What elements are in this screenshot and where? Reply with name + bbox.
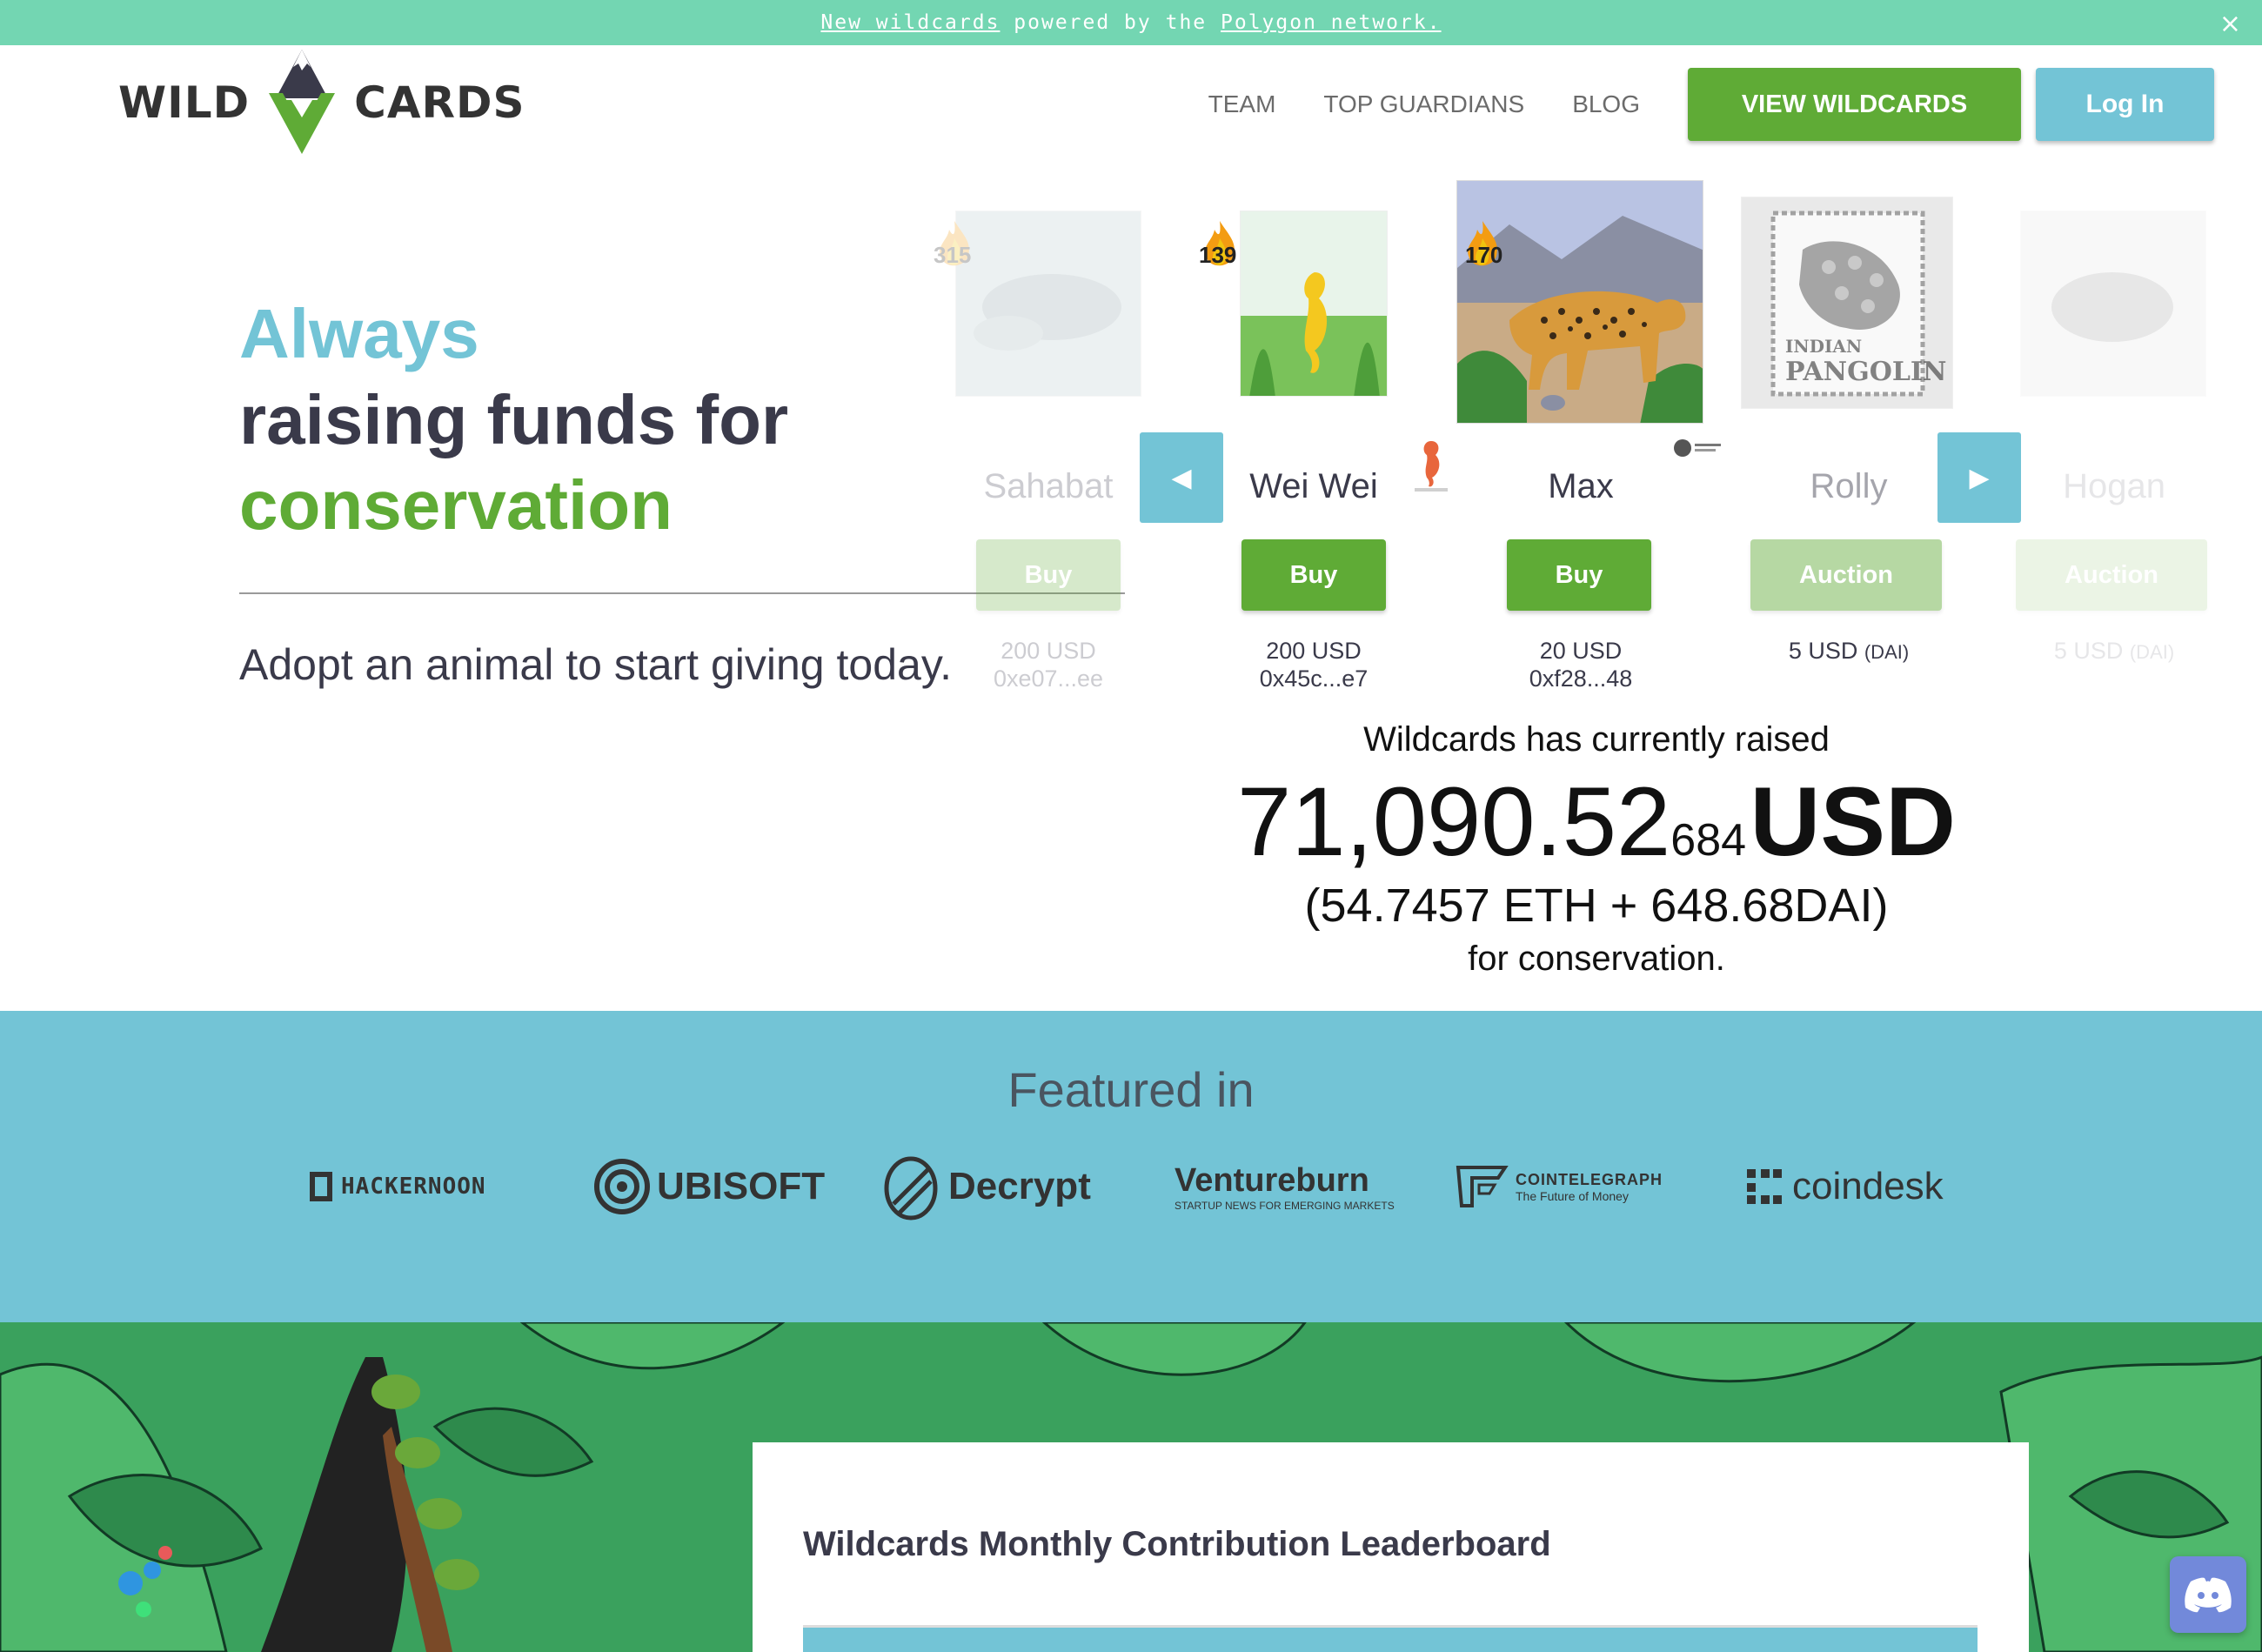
- rolly-stamp-text-2: PANGOLIN: [1785, 357, 1947, 387]
- sahabat-count: 315: [934, 242, 972, 268]
- animal-card-rolly[interactable]: INDIAN PANGOLIN Rolly Auction 5 USD (DAI…: [1731, 197, 1958, 705]
- hero-heading-conservation: conservation: [239, 466, 673, 544]
- wei-wei-artwork[interactable]: [1240, 211, 1388, 397]
- rolly-price: 5 USD (DAI): [1736, 638, 1962, 665]
- nav-top-guardians[interactable]: TOP GUARDIANS: [1323, 90, 1524, 118]
- announcement-text: powered by the: [1000, 11, 1221, 34]
- hogan-auction-button[interactable]: Auction: [2016, 539, 2207, 611]
- decrypt-name: Decrypt: [948, 1165, 1091, 1207]
- login-button[interactable]: Log In: [2036, 68, 2214, 141]
- nav-team[interactable]: TEAM: [1208, 90, 1276, 118]
- raised-amount: 71,090.52684 USD: [1218, 766, 1975, 878]
- hero-heading-raising: raising funds for: [239, 381, 789, 458]
- rolly-price-amount: 5 USD: [1788, 638, 1858, 664]
- sahabat-artwork[interactable]: [955, 211, 1141, 397]
- decrypt-logo[interactable]: Decrypt: [880, 1152, 1091, 1221]
- max-count: 170: [1465, 242, 1503, 268]
- ubisoft-icon: [594, 1159, 650, 1214]
- wei-wei-buy-button[interactable]: Buy: [1241, 539, 1386, 611]
- sahabat-price: 200 USD: [1000, 638, 1096, 664]
- carousel-prev-button[interactable]: ◀: [1140, 432, 1223, 523]
- hero-subtitle: Adopt an animal to start giving today.: [239, 640, 952, 689]
- announcement-bar: New wildcards powered by the Polygon net…: [0, 0, 2262, 45]
- max-address[interactable]: 0xf28...48: [1455, 665, 1707, 692]
- leaderboard-title: Wildcards Monthly Contribution Leaderboa…: [803, 1525, 1551, 1563]
- cointelegraph-logo[interactable]: COINTELEGRAPH The Future of Money: [1455, 1152, 1663, 1221]
- wildcards-logo[interactable]: WILD CARDS: [118, 48, 525, 157]
- raised-label: Wildcards has currently raised: [1363, 720, 1830, 759]
- hogan-artwork[interactable]: [2020, 211, 2206, 397]
- discord-icon: [2185, 1577, 2232, 1613]
- raised-amount-decimals: 684: [1670, 815, 1747, 866]
- hero-heading-always: Always: [239, 295, 479, 372]
- wei-wei-price: 200 USD: [1266, 638, 1362, 664]
- max-artwork[interactable]: [1456, 180, 1703, 424]
- main-nav: TEAM TOP GUARDIANS BLOG VIEW WILDCARDS L…: [1208, 68, 2214, 141]
- rolly-auction-button[interactable]: Auction: [1750, 539, 1942, 611]
- rolly-price-currency: (DAI): [1864, 641, 1910, 663]
- animal-card-sahabat[interactable]: 315 Sahabat Buy 200 USD 0xe07...ee: [934, 200, 1153, 705]
- raised-for-text: for conservation.: [1468, 940, 1725, 978]
- wei-wei-name: Wei Wei: [1249, 467, 1378, 505]
- hogan-price: 5 USD (DAI): [2010, 638, 2218, 665]
- close-icon[interactable]: ×: [2219, 9, 2243, 39]
- ventureburn-tagline: STARTUP NEWS FOR EMERGING MARKETS: [1174, 1199, 1395, 1212]
- logo-emblem-icon: [269, 50, 336, 154]
- decrypt-icon: [884, 1156, 938, 1221]
- cointelegraph-tagline: The Future of Money: [1516, 1188, 1629, 1203]
- rolly-name: Rolly: [1810, 467, 1888, 505]
- animal-card-hogan[interactable]: Hogan Auction 5 USD (DAI): [2010, 200, 2218, 705]
- new-wildcards-link[interactable]: New wildcards: [820, 11, 1000, 34]
- nav-blog[interactable]: BLOG: [1572, 90, 1640, 118]
- animal-card-max[interactable]: 170 Max Buy 20 USD 0xf28...48: [1455, 178, 1707, 705]
- view-wildcards-button[interactable]: VIEW WILDCARDS: [1688, 68, 2021, 141]
- raised-breakdown: (54.7457 ETH + 648.68DAI): [1304, 880, 1889, 932]
- max-price: 20 USD: [1539, 638, 1623, 664]
- carousel-next-button[interactable]: ▶: [1937, 432, 2021, 523]
- discord-button[interactable]: [2170, 1556, 2246, 1633]
- featured-title: Featured in: [1007, 1062, 1255, 1117]
- cointelegraph-icon: [1456, 1166, 1509, 1207]
- max-name: Max: [1548, 467, 1614, 505]
- hackernoon-icon: [310, 1172, 332, 1201]
- sahabat-buy-button[interactable]: Buy: [976, 539, 1121, 611]
- ubisoft-name: UBISOFT: [657, 1165, 826, 1207]
- raised-amount-currency: USD: [1750, 767, 1956, 876]
- coindesk-icon: [1747, 1169, 1782, 1204]
- logo-text-cards: CARDS: [354, 77, 525, 128]
- rolly-stamp-text-1: INDIAN: [1785, 336, 1863, 357]
- leaderboard-table-header: [803, 1625, 1978, 1652]
- hogan-name: Hogan: [2063, 467, 2165, 505]
- seahorse-org-logo[interactable]: [1409, 438, 1453, 495]
- hackernoon-logo[interactable]: HACKERNOON: [306, 1152, 486, 1221]
- wei-wei-count: 139: [1199, 242, 1237, 268]
- leopard-trust-org-logo[interactable]: [1672, 437, 1724, 459]
- hackernoon-name: HACKERNOON: [341, 1174, 486, 1200]
- ventureburn-logo[interactable]: Ventureburn STARTUP NEWS FOR EMERGING MA…: [1174, 1152, 1395, 1221]
- polygon-network-link[interactable]: Polygon network.: [1221, 11, 1442, 34]
- ventureburn-name: Ventureburn: [1174, 1161, 1369, 1199]
- coindesk-logo[interactable]: coindesk: [1743, 1152, 1944, 1221]
- coindesk-name: coindesk: [1792, 1165, 1944, 1207]
- logo-text-wild: WILD: [118, 77, 251, 128]
- animal-card-wei-wei[interactable]: 139 Wei Wei Buy 200 USD 0x45c...e7: [1199, 200, 1418, 705]
- sahabat-name: Sahabat: [983, 467, 1114, 505]
- featured-section: Featured in HACKERNOON UBISOFT Decrypt V…: [0, 1011, 2262, 1322]
- leaderboard-card: Wildcards Monthly Contribution Leaderboa…: [753, 1442, 2029, 1652]
- raised-amount-main: 71,090.52: [1237, 767, 1671, 876]
- ubisoft-logo[interactable]: UBISOFT: [594, 1152, 825, 1221]
- hogan-price-amount: 5 USD: [2053, 638, 2124, 664]
- cointelegraph-name: COINTELEGRAPH: [1516, 1170, 1663, 1188]
- hogan-price-currency: (DAI): [2129, 641, 2175, 663]
- wei-wei-address[interactable]: 0x45c...e7: [1209, 665, 1418, 692]
- sahabat-address[interactable]: 0xe07...ee: [944, 665, 1153, 692]
- max-buy-button[interactable]: Buy: [1507, 539, 1651, 611]
